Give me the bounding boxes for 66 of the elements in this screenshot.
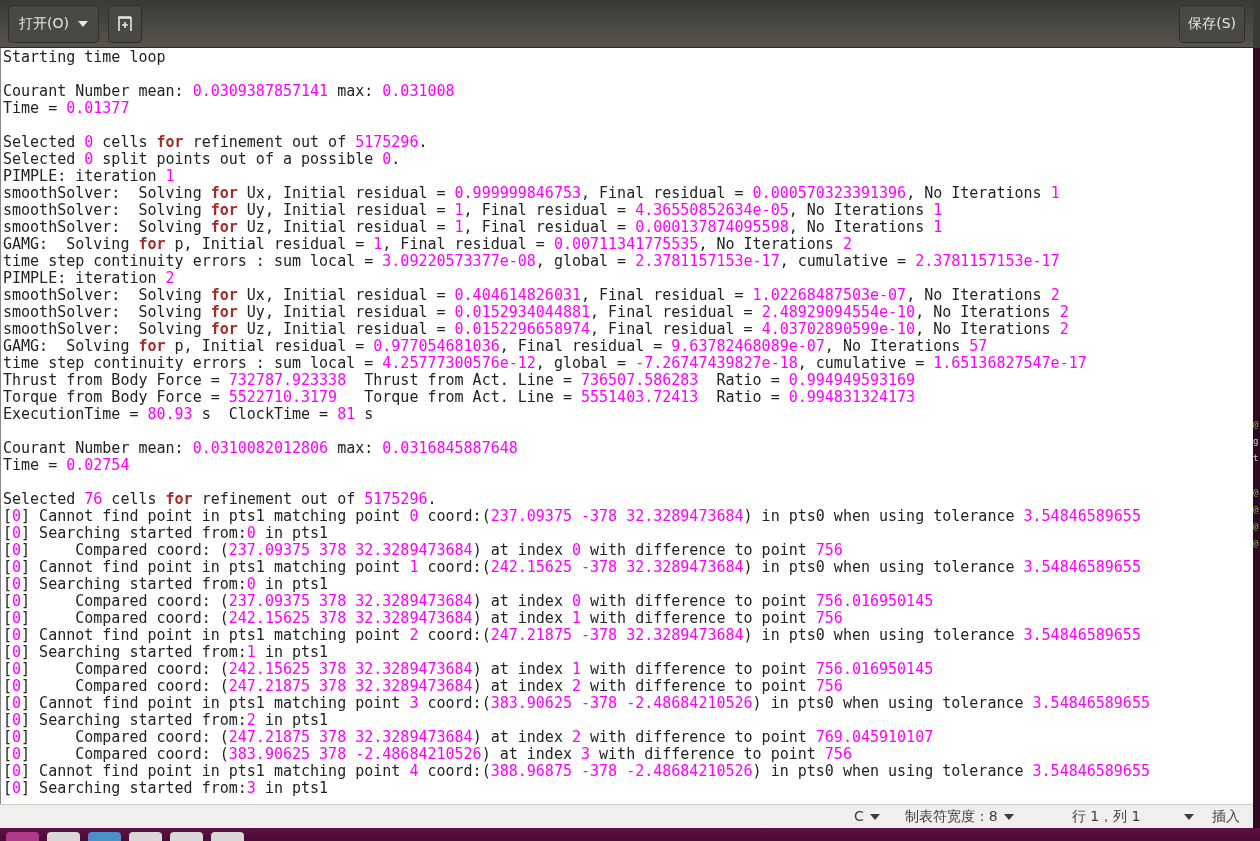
terminal-glyph: @ xyxy=(1253,520,1259,533)
log-line: [0] Cannot find point in pts1 matching point 1 coord:(242.15625 -378 32.3289473684) in pts0 when using tolerance 3.54846589655 xyxy=(3,558,1141,576)
log-line: smoothSolver: Solving for Ux, Initial residual = 0.404614826031, Final residual = 1.02268487503e-07, No Iterations 2 xyxy=(3,286,1060,304)
log-line: Courant Number mean: 0.0309387857141 max: 0.031008 xyxy=(3,82,455,100)
log-line: [0] Compared coord: (237.09375 378 32.3289473684) at index 0 with difference to point 756 xyxy=(3,541,843,559)
save-button[interactable]: 保存(S) xyxy=(1179,4,1245,43)
log-line: ExecutionTime = 80.93 s ClockTime = 81 s xyxy=(3,405,374,423)
log-line: smoothSolver: Solving for Uz, Initial residual = 1, Final residual = 0.000137874095598, No Iterations 1 xyxy=(3,218,943,236)
log-line: Selected 0 split points out of a possible 0. xyxy=(3,150,401,168)
log-line: PIMPLE: iteration 1 xyxy=(3,167,175,185)
log-line: smoothSolver: Solving for Uy, Initial residual = 0.0152934044881, Final residual = 2.48929094554e-10, No Iterations 2 xyxy=(3,303,1069,321)
log-line: time step continuity errors : sum local = 4.25777300576e-12, global = -7.26747439827e-18, cumulative = 1.65136827547e-17 xyxy=(3,354,1087,372)
caret-icon xyxy=(1003,813,1014,820)
taskbar-icon[interactable] xyxy=(88,832,121,841)
log-line: [0] Searching started from:0 in pts1 xyxy=(3,575,329,593)
log-line: smoothSolver: Solving for Ux, Initial residual = 0.999999846753, Final residual = 0.000570323391396, No Iterations 1 xyxy=(3,184,1060,202)
log-line: [0] Cannot find point in pts1 matching point 2 coord:(247.21875 -378 32.3289473684) in pts0 when using tolerance 3.54846589655 xyxy=(3,626,1141,644)
log-line: [0] Compared coord: (247.21875 378 32.3289473684) at index 2 with difference to point 756 xyxy=(3,677,843,695)
log-line: Time = 0.01377 xyxy=(3,99,130,117)
log-line: GAMG: Solving for p, Initial residual = 0.977054681036, Final residual = 9.63782468089e-07, No Iterations 57 xyxy=(3,337,988,355)
insert-mode[interactable]: 插入 xyxy=(1212,806,1241,827)
log-line: [0] Compared coord: (247.21875 378 32.3289473684) at index 2 with difference to point 769.045910107 xyxy=(3,728,934,746)
log-line: time step continuity errors : sum local = 3.09220573377e-08, global = 2.3781157153e-17, cumulative = 2.3781157153e-17 xyxy=(3,252,1060,270)
log-line: Courant Number mean: 0.0310082012806 max: 0.0316845887648 xyxy=(3,439,518,457)
new-document-icon xyxy=(116,15,133,32)
log-line: Starting time loop xyxy=(3,48,166,66)
log-line: [0] Searching started from:0 in pts1 xyxy=(3,524,329,542)
taskbar-icon[interactable] xyxy=(211,832,244,841)
log-line: Time = 0.02754 xyxy=(3,456,130,474)
log-line: [0] Compared coord: (242.15625 378 32.3289473684) at index 1 with difference to point 756 xyxy=(3,609,843,627)
terminal-glyph: @ xyxy=(1253,418,1259,431)
taskbar-icon[interactable] xyxy=(6,832,39,841)
log-line: [0] Cannot find point in pts1 matching point 3 coord:(383.90625 -378 -2.48684210526) in pts0 when using tolerance 3.54846589655 xyxy=(3,694,1150,712)
log-line: Selected 76 cells for refinement out of 5175296. xyxy=(3,490,437,508)
language-selector[interactable]: C xyxy=(854,806,880,827)
log-line: smoothSolver: Solving for Uy, Initial residual = 1, Final residual = 4.36550852634e-05, No Iterations 1 xyxy=(3,201,943,219)
terminal-glyph: g xyxy=(1253,435,1259,448)
log-line: [0] Cannot find point in pts1 matching point 0 coord:(237.09375 -378 32.3289473684) in pts0 when using tolerance 3.54846589655 xyxy=(3,507,1141,525)
log-line: Thrust from Body Force = 732787.923338 Thrust from Act. Line = 736507.586283 Ratio = 0.994949593169 xyxy=(3,371,916,389)
log-line: [0] Compared coord: (242.15625 378 32.3289473684) at index 1 with difference to point 756.016950145 xyxy=(3,660,934,678)
terminal-glyph: @ xyxy=(1253,537,1259,550)
log-line: [0] Searching started from:2 in pts1 xyxy=(3,711,329,729)
log-line: [0] Compared coord: (237.09375 378 32.3289473684) at index 0 with difference to point 756.016950145 xyxy=(3,592,934,610)
log-line: Torque from Body Force = 5522710.3179 Torque from Act. Line = 5551403.72413 Ratio = 0.994831324173 xyxy=(3,388,916,406)
cursor-position: 行 1，列 1 xyxy=(1071,807,1141,826)
taskbar-icon[interactable] xyxy=(170,832,203,841)
dropdown-caret-icon xyxy=(1184,813,1195,820)
terminal-glyph: @ xyxy=(1253,503,1259,516)
text-editor[interactable] xyxy=(0,48,1253,804)
terminal-glyph: t xyxy=(1253,452,1259,465)
log-line: PIMPLE: iteration 2 xyxy=(3,269,175,287)
taskbar-icon[interactable] xyxy=(129,832,162,841)
log-line: [0] Compared coord: (383.90625 378 -2.48684210526) at index 3 with difference to point 756 xyxy=(3,745,852,763)
log-line: smoothSolver: Solving for Uz, Initial residual = 0.0152296658974, Final residual = 4.03702890599e-10, No Iterations 2 xyxy=(3,320,1069,338)
taskbar-icon[interactable] xyxy=(47,832,80,841)
terminal-glyph: @ xyxy=(1253,486,1259,499)
log-line: [0] Searching started from:1 in pts1 xyxy=(3,643,329,661)
log-line: GAMG: Solving for p, Initial residual = 1, Final residual = 0.00711341775535, No Iterations 2 xyxy=(3,235,852,253)
log-line: [0] Searching started from:3 in pts1 xyxy=(3,779,329,797)
new-tab-button[interactable] xyxy=(107,4,142,43)
log-line: Selected 0 cells for refinement out of 5175296. xyxy=(3,133,428,151)
tab-width-selector[interactable]: 制表符宽度：8 xyxy=(904,806,1014,827)
caret-icon xyxy=(869,813,880,820)
log-line: [0] Cannot find point in pts1 matching point 4 coord:(388.96875 -378 -2.48684210526) in pts0 when using tolerance 3.54846589655 xyxy=(3,762,1150,780)
open-button[interactable]: 打开(O) xyxy=(8,4,99,43)
caret-icon xyxy=(77,20,88,27)
